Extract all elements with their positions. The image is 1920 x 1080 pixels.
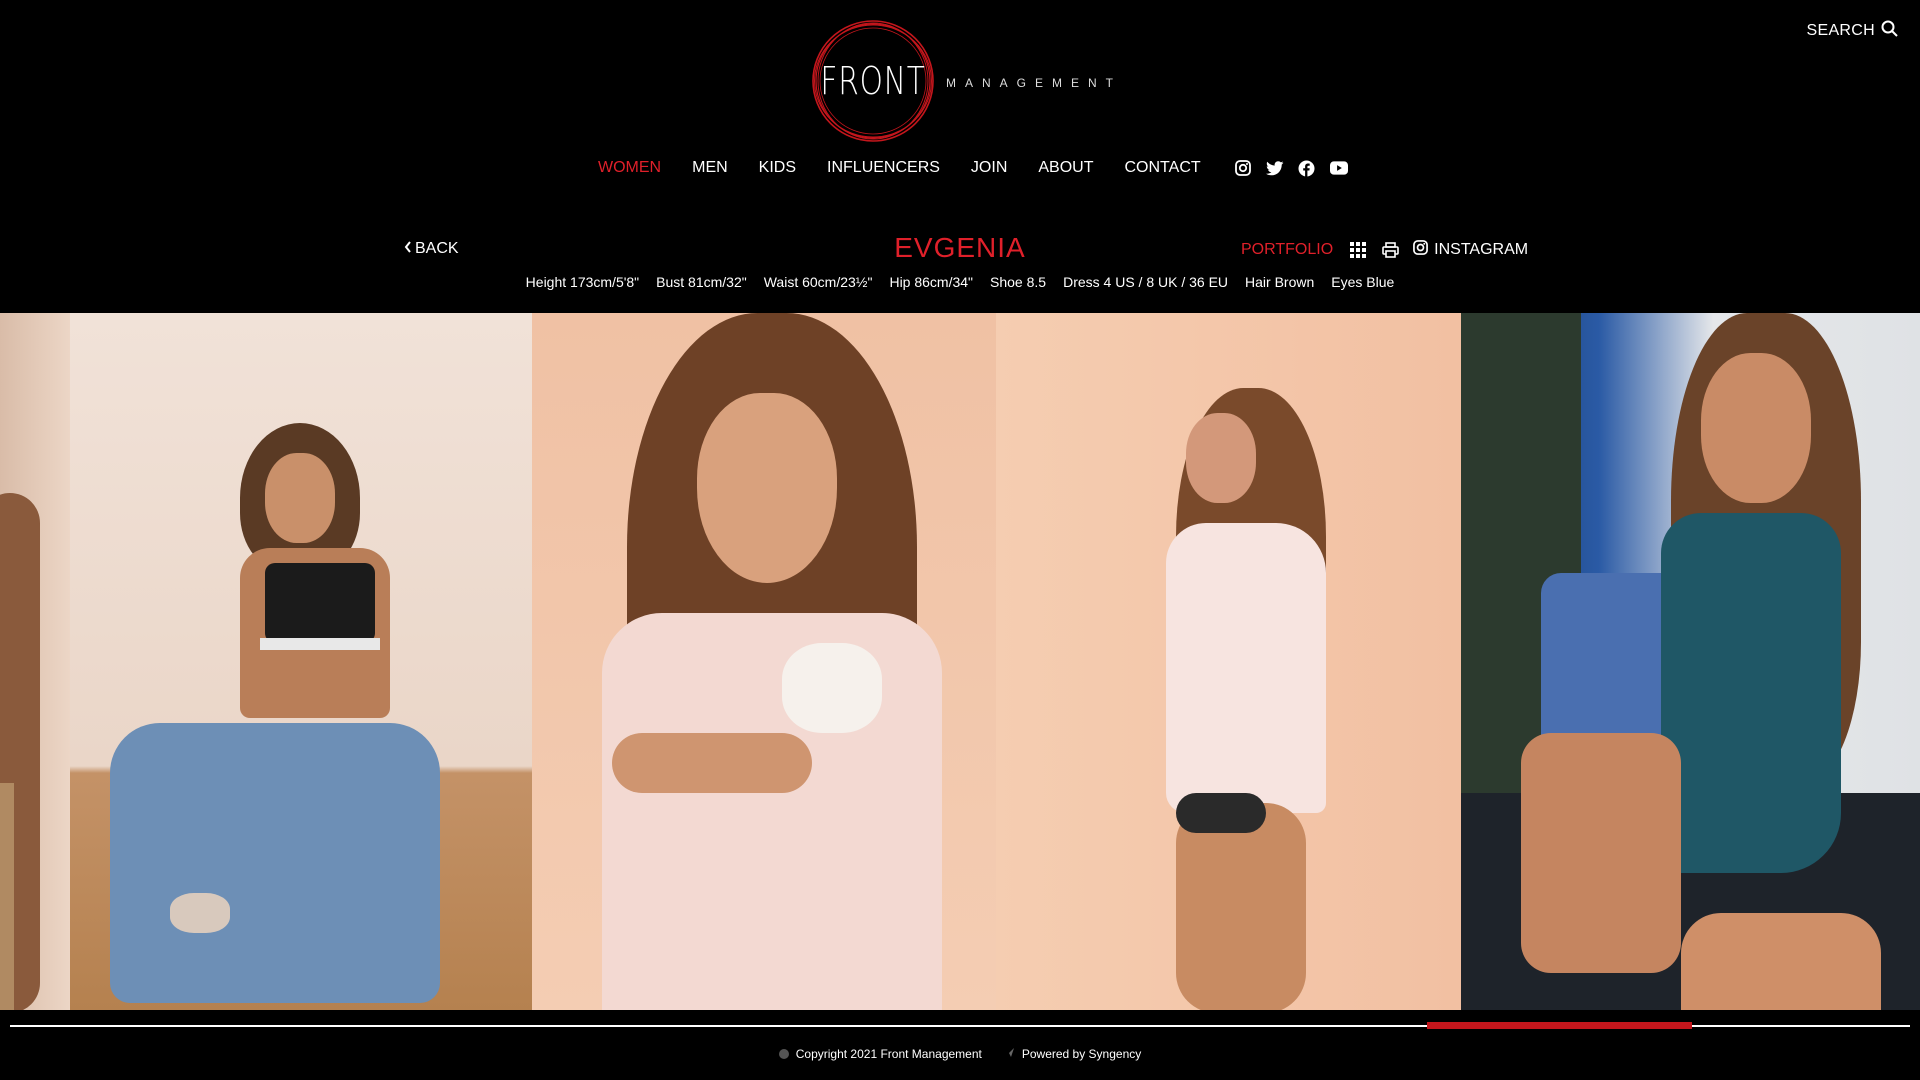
photo-teal-swimsuit[interactable] xyxy=(1461,313,1920,1010)
portfolio-link[interactable]: PORTFOLIO xyxy=(1241,241,1333,259)
model-measurements: Height 173cm/5'8" Bust 81cm/32" Waist 60… xyxy=(0,274,1920,290)
copyright-icon xyxy=(778,1049,789,1059)
measurement-hair: Hair Brown xyxy=(1245,274,1315,290)
logo-front-text: FRONT xyxy=(820,59,926,103)
nav-item-about[interactable]: ABOUT xyxy=(1038,159,1093,177)
facebook-icon[interactable] xyxy=(1298,159,1316,177)
nav-item-influencers[interactable]: INFLUENCERS xyxy=(827,159,940,177)
gallery-scroll-thumb[interactable] xyxy=(1427,1022,1692,1029)
back-label: BACK xyxy=(415,240,459,257)
instagram-link[interactable]: INSTAGRAM xyxy=(1413,240,1528,260)
instagram-link-label: INSTAGRAM xyxy=(1434,241,1529,258)
measurement-waist: Waist 60cm/23½" xyxy=(763,274,873,290)
back-button[interactable]: BACK xyxy=(404,240,459,258)
nav-item-contact[interactable]: CONTACT xyxy=(1125,159,1201,177)
model-name: EVGENIA xyxy=(894,232,1026,263)
instagram-link-icon xyxy=(1413,240,1429,260)
syngency-icon xyxy=(1004,1047,1015,1061)
copyright: Copyright 2021 Front Management xyxy=(778,1047,982,1061)
powered-by-text: Powered by Syngency xyxy=(1021,1047,1142,1061)
search-button[interactable]: SEARCH xyxy=(1807,20,1898,42)
model-name-wrap: EVGENIA xyxy=(0,232,1920,264)
photo-gallery[interactable] xyxy=(0,313,1920,1010)
nav-item-join[interactable]: JOIN xyxy=(971,159,1007,177)
measurement-bust: Bust 81cm/32" xyxy=(656,274,747,290)
front-management-logo[interactable]: FRONT MANAGEMENT xyxy=(810,18,1122,144)
search-icon xyxy=(1881,20,1898,42)
photo-partial-left[interactable] xyxy=(0,313,70,1010)
photo-closeup-pink-shirt[interactable] xyxy=(532,313,996,1010)
portfolio-tools: PORTFOLIO INSTAGRAM xyxy=(1241,240,1528,260)
copyright-text: Copyright 2021 Front Management xyxy=(795,1047,982,1061)
youtube-icon[interactable] xyxy=(1329,159,1348,177)
nav-item-women[interactable]: WOMEN xyxy=(598,159,661,177)
grid-view-icon[interactable] xyxy=(1349,241,1367,259)
print-icon[interactable] xyxy=(1381,241,1399,259)
nav-item-men[interactable]: MEN xyxy=(692,159,728,177)
logo-management-text: MANAGEMENT xyxy=(946,76,1123,90)
instagram-icon[interactable] xyxy=(1234,159,1252,177)
measurement-height: Height 173cm/5'8" xyxy=(525,274,640,290)
footer: Copyright 2021 Front Management Powered … xyxy=(0,1047,1920,1061)
main-nav: WOMEN MEN KIDS INFLUENCERS JOIN ABOUT CO… xyxy=(598,159,1348,177)
twitter-icon[interactable] xyxy=(1265,159,1284,177)
nav-item-kids[interactable]: KIDS xyxy=(759,159,796,177)
search-label: SEARCH xyxy=(1806,22,1875,39)
social-links xyxy=(1234,159,1348,177)
photo-over-shoulder[interactable] xyxy=(996,313,1461,1010)
measurement-hip: Hip 86cm/34" xyxy=(889,274,974,290)
measurement-eyes: Eyes Blue xyxy=(1331,274,1395,290)
measurement-shoe: Shoe 8.5 xyxy=(990,274,1047,290)
logo-mark: FRONT xyxy=(810,18,936,144)
powered-by-link[interactable]: Powered by Syngency xyxy=(1004,1047,1141,1061)
measurement-dress: Dress 4 US / 8 UK / 36 EU xyxy=(1063,274,1229,290)
photo-seated-jeans[interactable] xyxy=(70,313,532,1010)
chevron-left-icon xyxy=(404,240,412,258)
